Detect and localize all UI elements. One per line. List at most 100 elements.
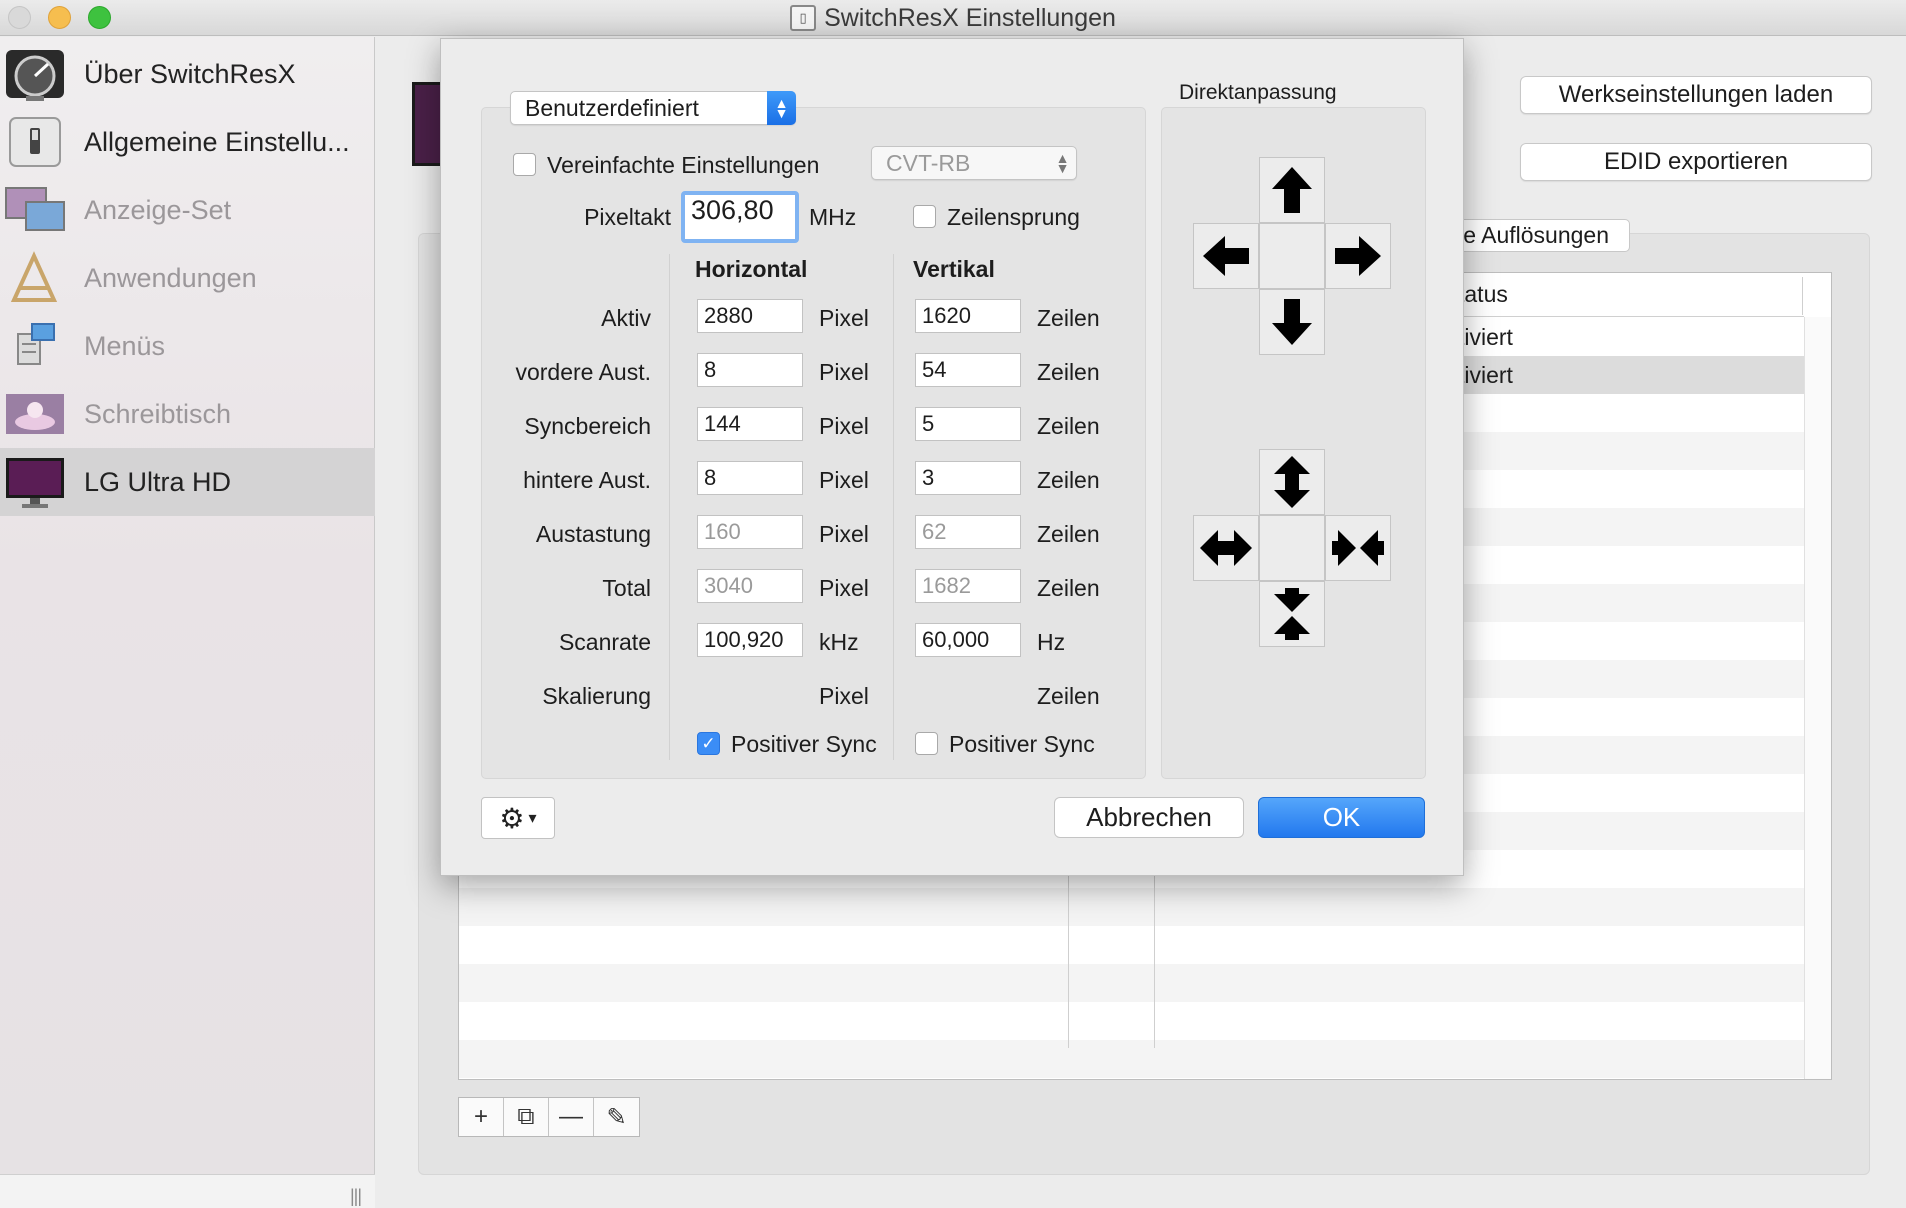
table-scrollbar[interactable] — [1804, 317, 1831, 1079]
sidebar-item-lg-ultra-hd[interactable]: LG Ultra HD — [0, 448, 375, 516]
export-edid-button[interactable]: EDID exportieren — [1520, 143, 1872, 181]
h-scanrate-input[interactable]: 100,920 — [697, 623, 803, 657]
h-active-input[interactable]: 2880 — [697, 299, 803, 333]
shrink-horizontal-button[interactable] — [1325, 515, 1391, 581]
stretch-vertical-button[interactable] — [1259, 449, 1325, 515]
h-positive-sync-checkbox[interactable]: ✓ — [697, 732, 720, 755]
table-row[interactable] — [459, 964, 1804, 1002]
sidebar-item-menus[interactable]: Menüs — [0, 312, 375, 380]
h-back-porch-input[interactable]: 8 — [697, 461, 803, 495]
sidebar-item-display-set[interactable]: Anzeige-Set — [0, 176, 375, 244]
v-unit: Zeilen — [1037, 683, 1100, 709]
arrow-down-icon — [1272, 299, 1312, 345]
expand-vertical-icon — [1274, 456, 1310, 508]
table-row[interactable] — [459, 888, 1804, 926]
column-divider — [1154, 873, 1155, 1048]
custom-resolution-dialog: Benutzerdefiniert ▲ ▼ Vereinfachte Einste… — [440, 38, 1464, 876]
shrink-horizontal-icon — [1332, 530, 1384, 566]
table-header-status[interactable]: tatus — [1458, 281, 1508, 308]
ok-button[interactable]: OK — [1258, 797, 1425, 838]
v-active-input[interactable]: 1620 — [915, 299, 1021, 333]
back-porch-label: hintere Aust. — [523, 467, 651, 493]
display-thumbnail — [412, 82, 442, 166]
action-menu-button[interactable]: ⚙ ▾ — [481, 797, 555, 839]
sidebar-item-label: Über SwitchResX — [84, 58, 296, 89]
switch-icon: ▯ — [790, 5, 817, 31]
move-down-button[interactable] — [1259, 289, 1325, 355]
pixelclock-label: Pixeltakt — [584, 204, 671, 230]
sync-width-label: Syncbereich — [524, 413, 651, 439]
switch-icon — [9, 117, 61, 167]
edit-resolution-button[interactable]: ✎ — [594, 1098, 639, 1136]
sidebar-item-label: LG Ultra HD — [84, 466, 232, 497]
h-unit: Pixel — [819, 467, 869, 493]
sidebar-item-label: Anzeige-Set — [84, 194, 232, 225]
gauge-icon — [6, 50, 64, 101]
split-resize-handle[interactable]: ||| — [350, 1186, 362, 1207]
sidebar-item-applications[interactable]: Anwendungen — [0, 244, 375, 312]
table-cell-status: tiviert — [1458, 362, 1513, 388]
v-unit: Zeilen — [1037, 413, 1100, 439]
sidebar-item-desktop[interactable]: Schreibtisch — [0, 380, 375, 448]
chevron-down-icon: ▾ — [528, 810, 537, 827]
window-title: SwitchResX Einstellungen — [824, 3, 1116, 32]
v-unit: Zeilen — [1037, 575, 1100, 601]
v-total-value: 1682 — [915, 569, 1021, 603]
v-front-porch-input[interactable]: 54 — [915, 353, 1021, 387]
interlace-checkbox[interactable] — [913, 205, 936, 228]
window-title-group: ▯ SwitchResX Einstellungen — [0, 0, 1906, 36]
monitor-icon — [6, 458, 64, 508]
v-sync-width-input[interactable]: 5 — [915, 407, 1021, 441]
h-sync-width-input[interactable]: 144 — [697, 407, 803, 441]
sidebar-item-about[interactable]: Über SwitchResX — [0, 40, 375, 108]
vertical-header: Vertikal — [913, 256, 995, 282]
tab-resolutions[interactable]: e Auflösungen — [1440, 219, 1630, 252]
h-unit: Pixel — [819, 305, 869, 331]
shrink-vertical-button[interactable] — [1259, 581, 1325, 647]
sidebar-item-label: Menüs — [84, 330, 166, 361]
v-scanrate-input[interactable]: 60,000 — [915, 623, 1021, 657]
remove-resolution-button[interactable]: — — [549, 1098, 594, 1136]
active-label: Aktiv — [601, 305, 651, 331]
h-unit: Pixel — [819, 521, 869, 547]
v-positive-sync-checkbox[interactable] — [915, 732, 938, 755]
sidebar-item-label: Schreibtisch — [84, 398, 232, 429]
applications-icon — [10, 251, 58, 302]
h-positive-sync-label: Positiver Sync — [731, 731, 877, 757]
move-right-button[interactable] — [1325, 223, 1391, 289]
h-total-value: 3040 — [697, 569, 803, 603]
v-unit: Hz — [1037, 629, 1066, 655]
preset-popup[interactable]: Benutzerdefiniert ▲ ▼ — [510, 91, 796, 125]
displays-icon — [5, 187, 65, 231]
scanrate-label: Scanrate — [558, 629, 651, 655]
expand-horizontal-icon — [1200, 530, 1252, 566]
pixelclock-input[interactable]: 306,80 — [681, 191, 799, 243]
preset-popup-value: Benutzerdefiniert — [525, 94, 699, 121]
v-unit: Zeilen — [1037, 467, 1100, 493]
cancel-button[interactable]: Abbrechen — [1054, 797, 1244, 838]
column-divider — [1068, 873, 1069, 1048]
arrow-left-icon — [1203, 236, 1249, 276]
stretch-horizontal-button[interactable] — [1193, 515, 1259, 581]
column-divider — [1802, 277, 1803, 315]
blanking-label: Austastung — [535, 521, 651, 547]
timing-mode-popup[interactable]: CVT-RB ▲ ▼ — [871, 146, 1077, 180]
table-row[interactable] — [459, 1040, 1804, 1078]
simplified-settings-checkbox[interactable] — [513, 153, 536, 176]
size-center-cell — [1259, 515, 1325, 581]
v-unit: Zeilen — [1037, 359, 1100, 385]
v-back-porch-input[interactable]: 3 — [915, 461, 1021, 495]
sidebar-item-label: Anwendungen — [84, 262, 257, 293]
h-unit: Pixel — [819, 575, 869, 601]
duplicate-resolution-button[interactable]: ⧉ — [504, 1098, 549, 1136]
move-center-cell — [1259, 223, 1325, 289]
timing-mode-value: CVT-RB — [886, 149, 971, 176]
move-up-button[interactable] — [1259, 157, 1325, 223]
h-front-porch-input[interactable]: 8 — [697, 353, 803, 387]
sidebar-item-general[interactable]: Allgemeine Einstellu... — [0, 108, 375, 176]
factory-reset-button[interactable]: Werkseinstellungen laden — [1520, 76, 1872, 114]
arrow-up-icon — [1272, 167, 1312, 213]
move-left-button[interactable] — [1193, 223, 1259, 289]
add-resolution-button[interactable]: + — [459, 1098, 504, 1136]
table-cell-status: tiviert — [1458, 324, 1513, 350]
